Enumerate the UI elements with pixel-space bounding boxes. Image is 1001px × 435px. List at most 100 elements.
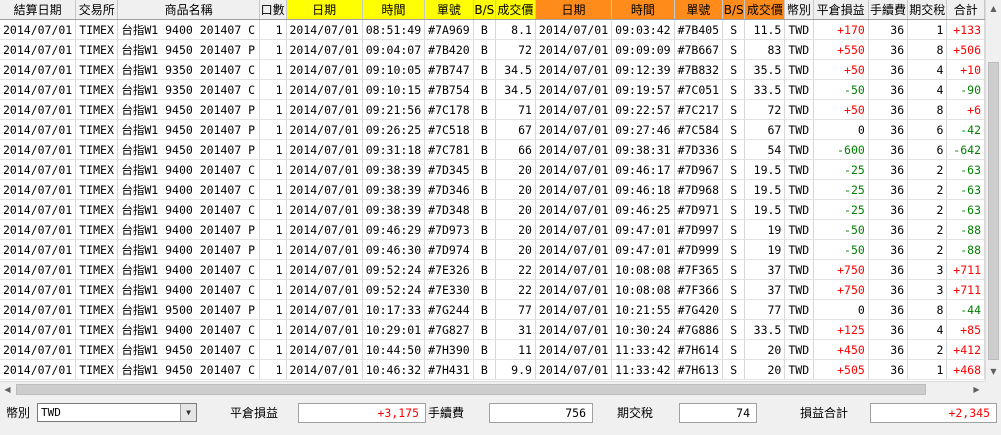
trade-grid[interactable]: 結算日期 交易所 商品名稱 口數 日期 時間 單號 B/S 成交價 日期 時間 單號 B/S 成交價 幣別平… [0,0,985,381]
cell-exit-date: 2014/07/01 [535,279,613,300]
cell-exit-bs: S [722,79,746,100]
column-header-settle-date[interactable]: 結算日期 [0,0,77,20]
dropdown-arrow-icon[interactable]: ▼ [180,404,196,421]
column-header-exit-date[interactable]: 日期 [535,0,613,20]
cell-close-pnl: +125 [813,319,869,340]
cell-entry-bs: B [473,119,496,140]
cell-settle-date: 2014/07/01 [0,119,77,140]
cell-lots: 1 [259,299,287,320]
column-header-entry-bs[interactable]: B/S [473,0,496,20]
cell-settle-date: 2014/07/01 [0,79,77,100]
cell-lots: 1 [259,139,287,160]
column-header-entry-order-no[interactable]: 單號 [424,0,474,20]
cell-exit-date: 2014/07/01 [535,59,613,80]
cell-exchange: TIMEX [75,99,119,120]
grid-body: 2014/07/01 TIMEX 台指W1 9400 201407 C 1 2014/0… [0,19,985,380]
table-row[interactable]: 2014/07/01 TIMEX 台指W1 9400 201407 P 1 2014/0… [0,219,985,240]
table-row[interactable]: 2014/07/01 TIMEX 台指W1 9400 201407 C 1 2014/0… [0,279,985,300]
cell-fee: 36 [868,139,909,160]
cell-exit-price: 33.5 [744,79,786,100]
cell-entry-bs: B [473,299,496,320]
column-header-fee[interactable]: 手續費 [868,0,909,20]
cell-exit-date: 2014/07/01 [535,139,613,160]
cell-entry-bs: B [473,59,496,80]
table-row[interactable]: 2014/07/01 TIMEX 台指W1 9400 201407 C 1 2014/0… [0,179,985,200]
table-row[interactable]: 2014/07/01 TIMEX 台指W1 9400 201407 C 1 2014/0… [0,259,985,280]
cell-exit-date: 2014/07/01 [535,199,613,220]
cell-exchange: TIMEX [75,239,119,260]
cell-lots: 1 [259,39,287,60]
cell-entry-price: 34.5 [495,79,536,100]
cell-settle-date: 2014/07/01 [0,299,77,320]
column-header-tax[interactable]: 期交稅 [907,0,948,20]
vertical-scrollbar[interactable]: ▲ ▼ [985,0,1001,381]
cell-entry-bs: B [473,179,496,200]
fee-label: 手續費 [428,406,465,420]
horizontal-scrollbar[interactable]: ◀ ▶ [0,381,985,398]
cell-entry-bs: B [473,79,496,100]
table-row[interactable]: 2014/07/01 TIMEX 台指W1 9450 201407 P 1 2014/0… [0,99,985,120]
cell-total: +711 [946,279,985,300]
cell-entry-order-no: #7E330 [424,279,474,300]
table-row[interactable]: 2014/07/01 TIMEX 台指W1 9350 201407 C 1 2014/0… [0,79,985,100]
cell-exit-time: 11:33:42 [611,339,675,360]
table-row[interactable]: 2014/07/01 TIMEX 台指W1 9450 201407 C 1 2014/0… [0,359,985,380]
scroll-up-arrow-icon[interactable]: ▲ [986,0,1001,17]
table-row[interactable]: 2014/07/01 TIMEX 台指W1 9400 201407 P 1 2014/0… [0,239,985,260]
column-header-exit-order-no[interactable]: 單號 [674,0,724,20]
cell-product-name: 台指W1 9400 201407 C [117,319,260,340]
column-header-exchange[interactable]: 交易所 [75,0,119,20]
table-row[interactable]: 2014/07/01 TIMEX 台指W1 9450 201407 P 1 2014/0… [0,119,985,140]
cell-entry-bs: B [473,199,496,220]
column-header-entry-price[interactable]: 成交價 [495,0,536,20]
cell-entry-time: 09:52:24 [362,279,426,300]
column-header-entry-time[interactable]: 時間 [362,0,426,20]
column-header-lots[interactable]: 口數 [259,0,287,20]
cell-tax: 2 [907,339,948,360]
scroll-right-arrow-icon[interactable]: ▶ [969,382,984,398]
column-header-exit-time[interactable]: 時間 [611,0,675,20]
table-row[interactable]: 2014/07/01 TIMEX 台指W1 9350 201407 C 1 2014/0… [0,59,985,80]
cell-close-pnl: +50 [813,99,869,120]
cell-close-pnl: -600 [813,139,869,160]
scroll-down-arrow-icon[interactable]: ▼ [986,363,1001,380]
column-header-close-pnl[interactable]: 平倉損益 [813,0,869,20]
cell-exit-price: 35.5 [744,59,786,80]
cell-fee: 36 [868,99,909,120]
cell-fee: 36 [868,59,909,80]
cell-tax: 1 [907,359,948,380]
cell-exit-time: 10:30:24 [611,319,675,340]
column-header-total[interactable]: 合計 [946,0,985,20]
cell-exchange: TIMEX [75,319,119,340]
cell-entry-price: 34.5 [495,59,536,80]
column-header-product-name[interactable]: 商品名稱 [117,0,260,20]
cell-exchange: TIMEX [75,139,119,160]
column-header-exit-bs[interactable]: B/S [722,0,746,20]
column-header-entry-date[interactable]: 日期 [286,0,363,20]
table-row[interactable]: 2014/07/01 TIMEX 台指W1 9450 201407 P 1 2014/0… [0,39,985,60]
table-row[interactable]: 2014/07/01 TIMEX 台指W1 9500 201407 P 1 2014/0… [0,299,985,320]
cell-exit-time: 11:33:42 [611,359,675,380]
table-row[interactable]: 2014/07/01 TIMEX 台指W1 9450 201407 P 1 2014/0… [0,139,985,160]
column-header-exit-price[interactable]: 成交價 [744,0,786,20]
cell-exit-price: 83 [744,39,786,60]
column-header-currency[interactable]: 幣別 [784,0,814,20]
vertical-scroll-thumb[interactable] [988,62,999,360]
cell-settle-date: 2014/07/01 [0,279,77,300]
cell-product-name: 台指W1 9450 201407 C [117,359,260,380]
cell-entry-date: 2014/07/01 [286,39,363,60]
cell-product-name: 台指W1 9400 201407 C [117,259,260,280]
currency-select[interactable]: TWD ▼ [37,403,197,422]
table-row[interactable]: 2014/07/01 TIMEX 台指W1 9400 201407 C 1 2014/0… [0,319,985,340]
cell-entry-bs: B [473,39,496,60]
cell-entry-date: 2014/07/01 [286,79,363,100]
cell-entry-order-no: #7D348 [424,199,474,220]
horizontal-scroll-thumb[interactable] [16,384,926,395]
cell-exit-date: 2014/07/01 [535,39,613,60]
scroll-left-arrow-icon[interactable]: ◀ [0,382,15,398]
table-row[interactable]: 2014/07/01 TIMEX 台指W1 9400 201407 C 1 2014/0… [0,19,985,40]
table-row[interactable]: 2014/07/01 TIMEX 台指W1 9400 201407 C 1 2014/0… [0,159,985,180]
cell-tax: 8 [907,99,948,120]
table-row[interactable]: 2014/07/01 TIMEX 台指W1 9400 201407 C 1 2014/0… [0,199,985,220]
table-row[interactable]: 2014/07/01 TIMEX 台指W1 9450 201407 C 1 2014/0… [0,339,985,360]
